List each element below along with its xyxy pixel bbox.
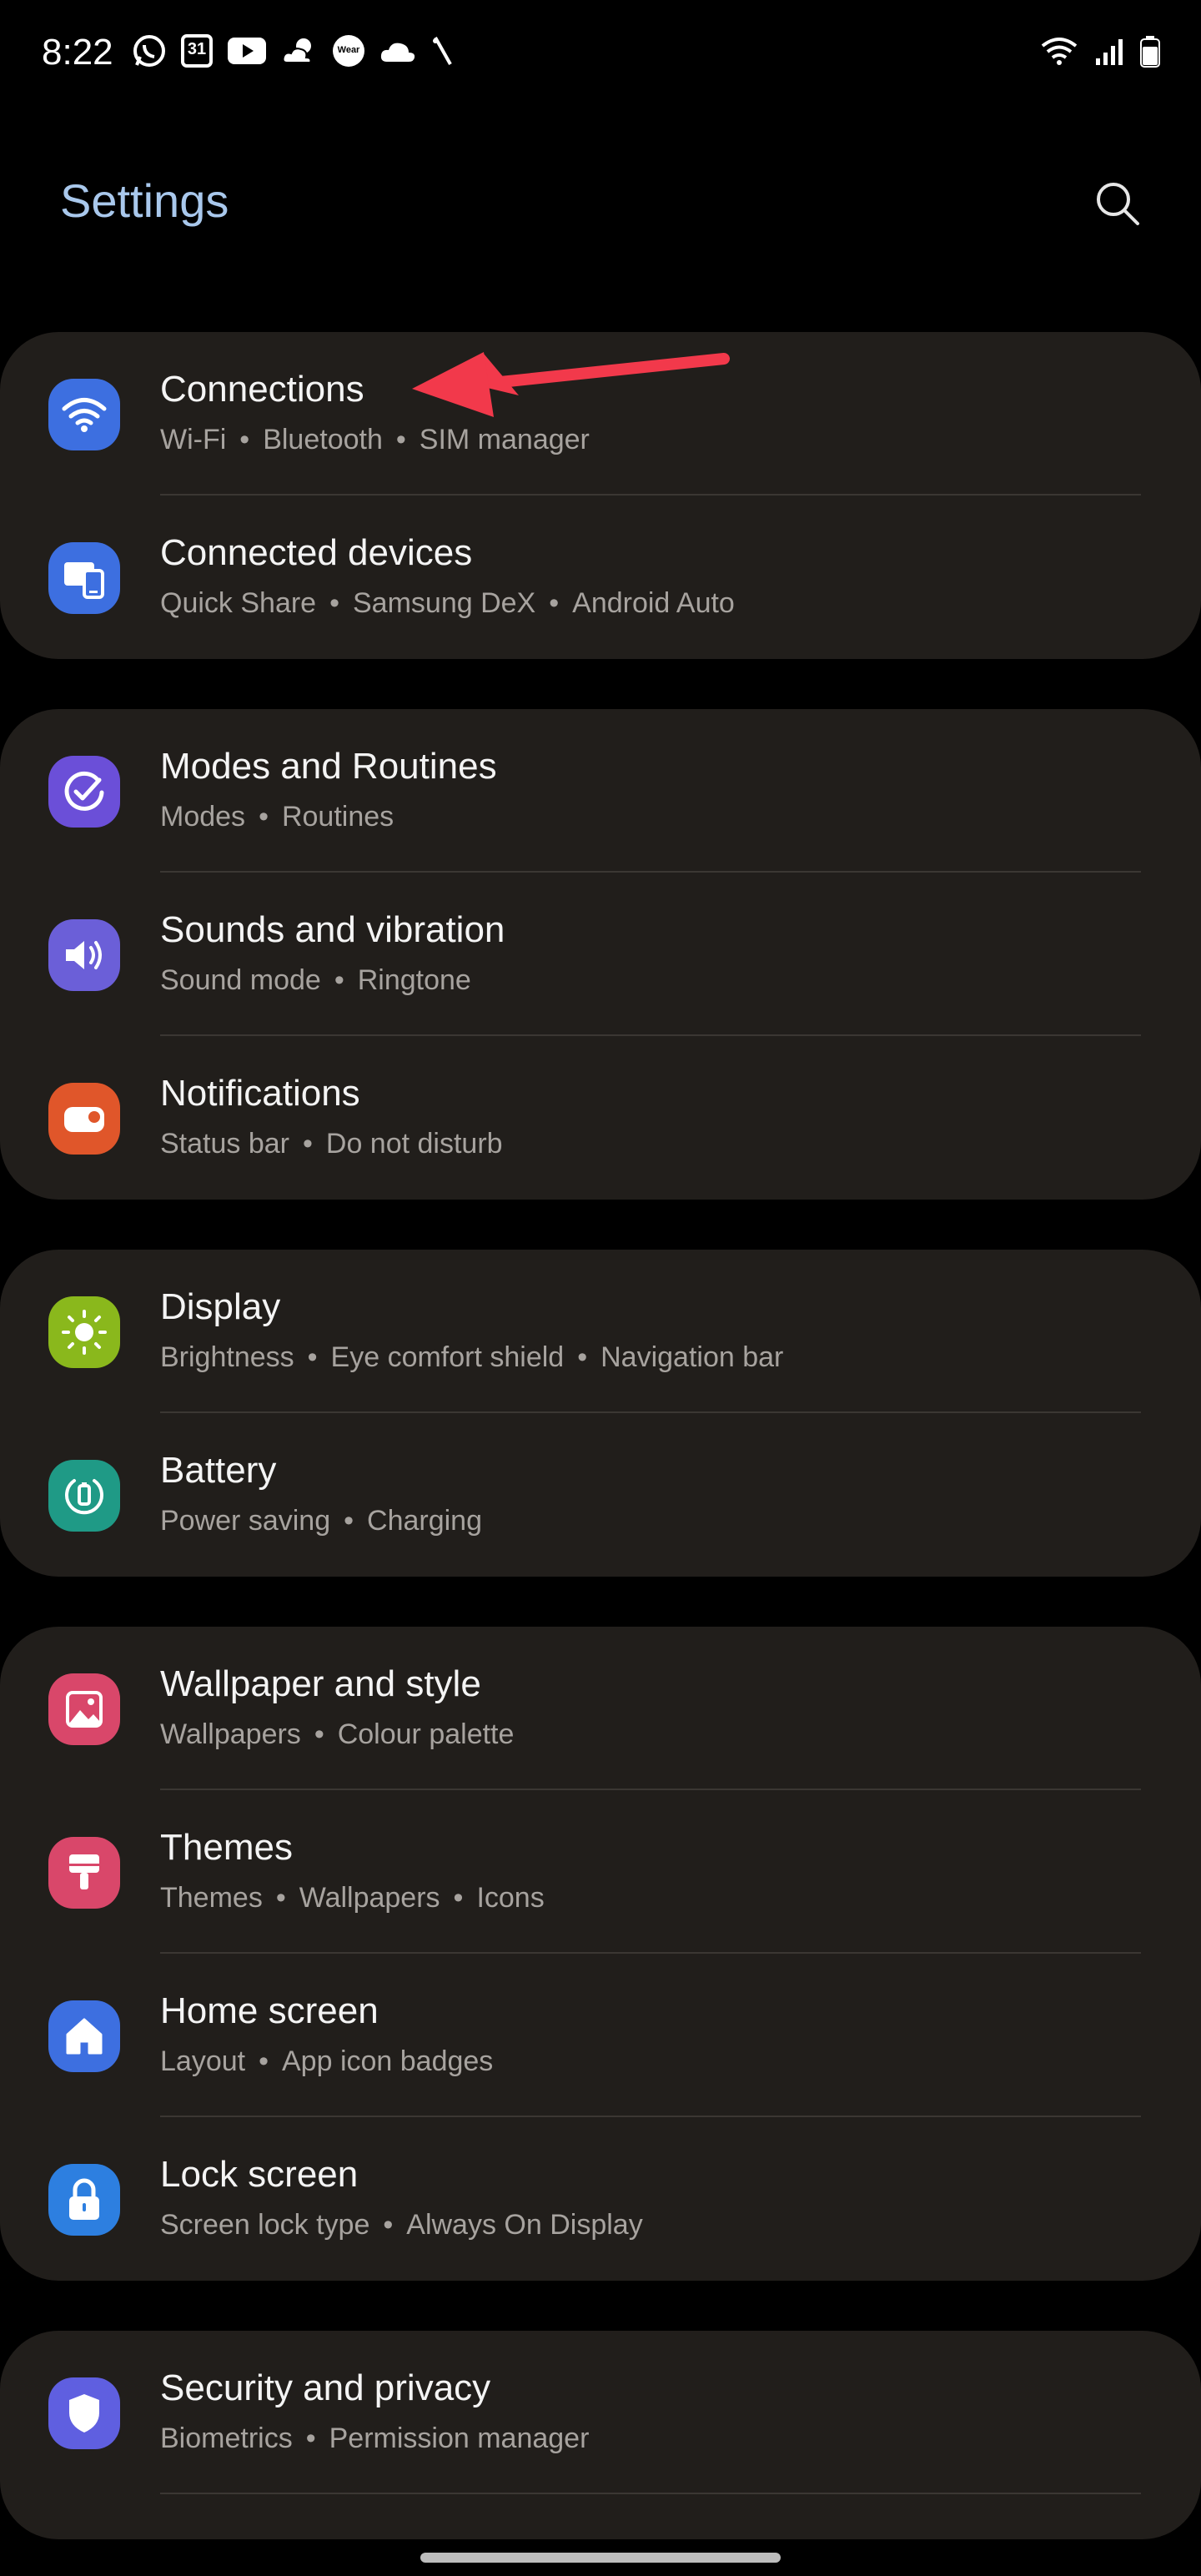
settings-group-display-battery: Display Brightness • Eye comfort shield • Na… [0, 1250, 1201, 1577]
settings-item-sounds-and-vibration[interactable]: Sounds and vibration Sound mode • Ringtone [0, 873, 1201, 1036]
page-title: Settings [60, 174, 229, 227]
item-subtitle: Quick Share • Samsung DeX • Android Auto [160, 587, 735, 619]
item-title: Sounds and vibration [160, 909, 505, 950]
item-subtitle: Sound mode • Ringtone [160, 964, 471, 996]
calendar-icon: 31 [180, 33, 214, 68]
item-subtitle: Biometrics • Permission manager [160, 2423, 590, 2454]
weather-icon [280, 34, 319, 68]
slash-icon [430, 34, 455, 68]
item-title: Lock screen [160, 2154, 359, 2195]
item-subtitle: Wi-Fi • Bluetooth • SIM manager [160, 424, 590, 455]
item-subtitle: Screen lock type • Always On Display [160, 2209, 643, 2241]
shield-icon [69, 2394, 99, 2433]
notification-icon [64, 1107, 104, 1132]
settings-item-connected-devices[interactable]: Connected devices Quick Share • Samsung De… [0, 496, 1201, 659]
settings-group-security: Security and privacy Biometrics • Permissi… [0, 2331, 1201, 2539]
item-subtitle: Power saving • Charging [160, 1505, 482, 1537]
settings-group-personalization: Wallpaper and style Wallpapers • Colour pa… [0, 1627, 1201, 2281]
item-title: Notifications [160, 1073, 360, 1114]
settings-item-battery[interactable]: Battery Power saving • Charging [0, 1413, 1201, 1577]
item-title: Display [160, 1286, 281, 1327]
item-subtitle: Brightness • Eye comfort shield • Navigation… [160, 1341, 784, 1373]
check-circle-icon [64, 771, 104, 811]
notifications-icon-tile [48, 1083, 120, 1155]
item-subtitle: Wallpapers • Colour palette [160, 1718, 515, 1750]
settings-item-security-and-privacy[interactable]: Security and privacy Biometrics • Permissi… [0, 2331, 1201, 2494]
item-title: Themes [160, 1827, 293, 1868]
search-button[interactable] [1088, 174, 1148, 234]
home-icon [66, 2018, 103, 2055]
settings-item-notifications[interactable]: Notifications Status bar • Do not disturb [0, 1036, 1201, 1200]
settings-item-wallpaper-and-style[interactable]: Wallpaper and style Wallpapers • Colour pa… [0, 1627, 1201, 1790]
connected-devices-icon-tile [48, 542, 120, 614]
item-title: Security and privacy [160, 2367, 491, 2408]
cloud-icon [379, 37, 417, 65]
annotation-arrow [412, 352, 730, 417]
speaker-icon [66, 941, 102, 969]
settings-item-display[interactable]: Display Brightness • Eye comfort shield • Na… [0, 1250, 1201, 1413]
settings-group-modes-sounds: Modes and Routines Modes • Routines Sounds… [0, 709, 1201, 1200]
battery-icon [1139, 35, 1161, 68]
home-screen-icon-tile [48, 2000, 120, 2072]
wifi-icon [62, 398, 107, 432]
wallpaper-icon-tile [48, 1673, 120, 1745]
themes-icon-tile [48, 1837, 120, 1909]
devices-icon [64, 562, 104, 599]
settings-item-modes-and-routines[interactable]: Modes and Routines Modes • Routines [0, 709, 1201, 873]
search-icon [1097, 183, 1139, 225]
sun-icon [62, 1310, 107, 1355]
status-time: 8:22 [42, 32, 113, 73]
modes-icon-tile [48, 756, 120, 828]
signal-icon [1094, 37, 1124, 67]
calendar-day: 31 [187, 40, 207, 58]
wear-icon: Wear [332, 34, 365, 68]
notification-icons: 31 Wear [132, 33, 455, 68]
lock-icon [69, 2178, 99, 2220]
status-bar: 8:22 31 Wear [0, 0, 1201, 108]
item-title: Home screen [160, 1990, 379, 2031]
image-icon [66, 1691, 103, 1728]
home-indicator[interactable] [420, 2553, 781, 2563]
item-title: Wallpaper and style [160, 1663, 481, 1704]
settings-item-themes[interactable]: Themes Themes • Wallpapers • Icons [0, 1790, 1201, 1954]
settings-item-home-screen[interactable]: Home screen Layout • App icon badges [0, 1954, 1201, 2117]
security-icon-tile [48, 2377, 120, 2449]
item-subtitle: Modes • Routines [160, 801, 394, 833]
item-title: Battery [160, 1450, 277, 1491]
battery-icon-tile [48, 1460, 120, 1532]
youtube-icon [227, 36, 267, 66]
connections-icon-tile [48, 379, 120, 450]
wifi-status-icon [1039, 36, 1079, 68]
whatsapp-icon [132, 33, 167, 68]
settings-item-lock-screen[interactable]: Lock screen Screen lock type • Always On D… [0, 2117, 1201, 2281]
display-icon-tile [48, 1296, 120, 1368]
divider [160, 2493, 1141, 2494]
wear-label: Wear [337, 45, 360, 55]
item-subtitle: Status bar • Do not disturb [160, 1128, 503, 1160]
item-title: Connected devices [160, 532, 473, 573]
item-title: Modes and Routines [160, 746, 497, 787]
lock-screen-icon-tile [48, 2164, 120, 2236]
item-subtitle: Layout • App icon badges [160, 2045, 494, 2077]
brush-icon [69, 1854, 99, 1889]
system-icons [1039, 35, 1161, 68]
item-title: Connections [160, 369, 364, 410]
sounds-icon-tile [48, 919, 120, 991]
item-subtitle: Themes • Wallpapers • Icons [160, 1882, 545, 1914]
battery-cycle-icon [65, 1479, 103, 1515]
